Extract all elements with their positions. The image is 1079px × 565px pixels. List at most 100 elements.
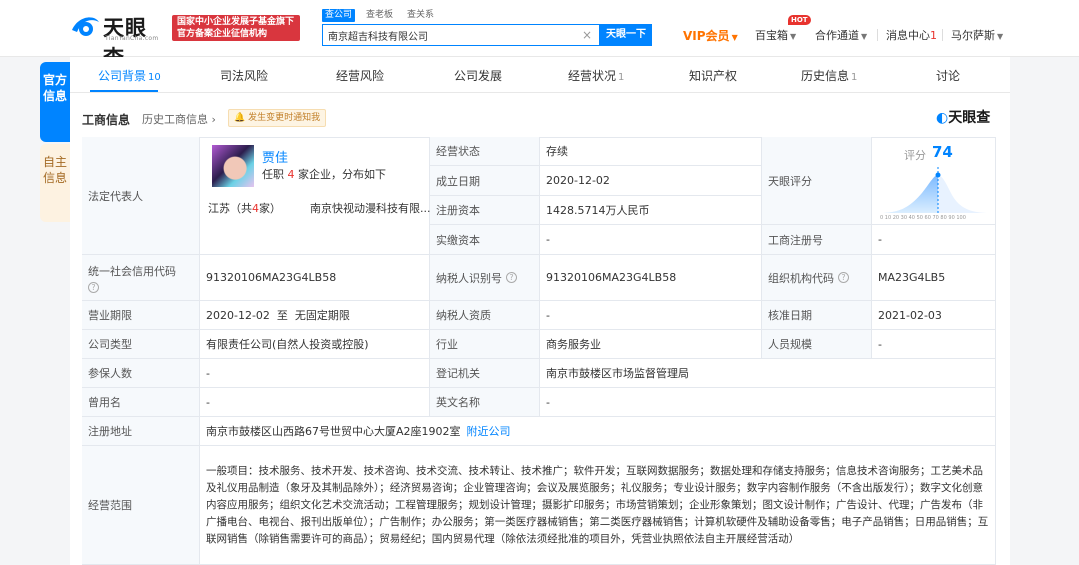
- clear-icon[interactable]: ×: [582, 28, 592, 42]
- top-header: 天眼查 TianYanCha.com 国家中小企业发展子基金旗下 官方备案企业征…: [0, 0, 1079, 70]
- authority-label: 登记机关: [430, 359, 540, 388]
- tax-qual-label: 纳税人资质: [430, 301, 540, 330]
- promo-badge[interactable]: 国家中小企业发展子基金旗下 官方备案企业征信机构: [172, 15, 300, 41]
- legal-rep-region[interactable]: 江苏（共4家）: [208, 200, 281, 216]
- logo[interactable]: 天眼查 TianYanCha.com: [70, 12, 165, 70]
- bell-icon: 🔔: [234, 113, 246, 123]
- user-menu[interactable]: 马尔萨斯 ▼: [951, 27, 1003, 43]
- address-cell: 南京市鼓楼区山西路67号世贸中心大厦A2座1902室 附近公司: [200, 417, 996, 446]
- vip-menu[interactable]: VIP会员 ▼: [683, 27, 738, 44]
- former-name-label: 曾用名: [82, 388, 200, 417]
- legal-rep-count: 4: [287, 168, 295, 181]
- score-value: 74: [932, 143, 953, 161]
- score-title: 评分: [904, 149, 926, 162]
- tab-judicial-risk[interactable]: 司法风险: [220, 67, 268, 84]
- avatar-face: [212, 145, 254, 187]
- tab-intellectual-property[interactable]: 知识产权: [689, 67, 737, 84]
- help-icon[interactable]: ?: [88, 281, 99, 293]
- nav-divider: [877, 29, 878, 41]
- side-tab-official[interactable]: 官方信息: [40, 62, 70, 142]
- cooperation-label: 合作通道: [815, 29, 859, 42]
- found-date-value: 2020-12-02: [540, 166, 762, 196]
- english-name-label: 英文名称: [430, 388, 540, 417]
- reg-no-value: -: [872, 225, 996, 255]
- company-type-value: 有限责任公司(自然人投资或控股): [200, 330, 430, 359]
- score-chart[interactable]: 评分 74 0 10 20 30 40 50 60 70 80 90 100: [872, 137, 996, 225]
- tab-label: 历史信息: [801, 69, 850, 83]
- approve-date-label: 核准日期: [762, 301, 872, 330]
- notify-button[interactable]: 🔔 发生变更时通知我: [228, 109, 327, 127]
- insured-label: 参保人数: [82, 359, 200, 388]
- reg-no-label: 工商注册号: [762, 225, 872, 255]
- credit-code-value: 91320106MA23G4LB58: [200, 255, 430, 301]
- tab-history-info[interactable]: 历史信息 1: [801, 67, 857, 84]
- avatar[interactable]: [212, 145, 254, 187]
- tax-qual-value: -: [540, 301, 762, 330]
- side-tab-self[interactable]: 自主信息: [40, 144, 70, 222]
- staff-size-value: -: [872, 330, 996, 359]
- tab-operation-status[interactable]: 经营状况 1: [568, 67, 624, 84]
- active-tab-indicator: [90, 90, 158, 92]
- tab-company-background[interactable]: 公司背景 10: [98, 67, 161, 84]
- search-tab-relation[interactable]: 查关系: [404, 9, 437, 22]
- insured-value: -: [200, 359, 430, 388]
- message-label: 消息中心: [886, 29, 930, 42]
- logo-subtext: TianYanCha.com: [105, 35, 159, 42]
- reg-capital-label: 注册资本: [430, 196, 540, 225]
- chevron-right-icon: ›: [211, 113, 216, 126]
- search-tab-company[interactable]: 查公司: [322, 9, 356, 22]
- tax-id-label: 纳税人识别号: [436, 271, 502, 285]
- chevron-down-icon: ▼: [861, 32, 868, 41]
- org-code-value: MA23G4LB5: [872, 255, 996, 301]
- status-value: 存续: [540, 137, 762, 166]
- tax-id-label-cell: 纳税人识别号?: [430, 255, 540, 301]
- message-count: 1: [930, 29, 937, 42]
- svg-text:0 10 20 30 40 50 60 70 80 90 1: 0 10 20 30 40 50 60 70 80 90 100: [880, 215, 966, 219]
- help-icon[interactable]: ?: [506, 272, 517, 283]
- tax-id-value: 91320106MA23G4LB58: [540, 255, 762, 301]
- promo-line-2: 官方备案企业征信机构: [177, 29, 268, 39]
- brand-watermark: ◐天眼查: [936, 107, 990, 127]
- chevron-down-icon: ▼: [997, 32, 1004, 41]
- help-icon[interactable]: ?: [838, 272, 849, 283]
- search-button[interactable]: 天眼一下: [600, 24, 652, 46]
- scope-label: 经营范围: [82, 446, 200, 565]
- baibao-menu[interactable]: 百宝箱 ▼: [755, 27, 796, 43]
- category-tabs: 公司背景 10 司法风险 经营风险 公司发展 经营状况 1 知识产权 历史信息 1 讨…: [70, 57, 1010, 93]
- legal-rep-label: 法定代表人: [82, 137, 200, 255]
- vip-label: VIP会员: [683, 29, 730, 43]
- history-link[interactable]: 历史工商信息 ›: [142, 111, 216, 127]
- nearby-companies-link[interactable]: 附近公司: [467, 423, 511, 439]
- main-panel: 公司背景 10 司法风险 经营风险 公司发展 经营状况 1 知识产权 历史信息 1 讨…: [70, 57, 1010, 565]
- term-label: 营业期限: [82, 301, 200, 330]
- score-label: 天眼评分: [762, 137, 872, 225]
- logo-eye-icon: [72, 17, 99, 36]
- message-center[interactable]: 消息中心1: [886, 27, 937, 43]
- tab-label: 司法风险: [220, 69, 269, 83]
- tab-business-risk[interactable]: 经营风险: [336, 67, 384, 84]
- reg-capital-value: 1428.5714万人民币: [540, 196, 762, 225]
- credit-code-label-cell: 统一社会信用代码?: [82, 255, 200, 301]
- search-tab-boss[interactable]: 查老板: [363, 9, 396, 22]
- chevron-down-icon: ▼: [731, 33, 738, 42]
- score-distribution-curve: 0 10 20 30 40 50 60 70 80 90 100: [880, 167, 990, 219]
- legal-rep-firms[interactable]: 南京快视动漫科技有限...等: [310, 200, 442, 216]
- baibao-label: 百宝箱: [755, 29, 788, 42]
- tab-label: 公司背景: [98, 69, 147, 83]
- business-info-table: 法定代表人 贾佳 任职 4 家企业，分布如下 江苏（共4家） 南京快视动漫科技有…: [82, 137, 996, 565]
- paid-capital-label: 实缴资本: [430, 225, 540, 255]
- notify-label: 发生变更时通知我: [248, 113, 321, 123]
- authority-value: 南京市鼓楼区市场监督管理局: [540, 359, 996, 388]
- industry-value: 商务服务业: [540, 330, 762, 359]
- address-value: 南京市鼓楼区山西路67号世贸中心大厦A2座1902室: [206, 425, 461, 438]
- credit-code-label: 统一社会信用代码: [88, 264, 176, 278]
- region-count: 4: [252, 202, 259, 215]
- legal-rep-cell: 贾佳 任职 4 家企业，分布如下 江苏（共4家） 南京快视动漫科技有限...等: [200, 137, 442, 255]
- tab-label: 公司发展: [454, 69, 503, 83]
- cooperation-menu[interactable]: 合作通道 ▼: [815, 27, 867, 43]
- search-input[interactable]: [322, 24, 600, 46]
- status-label: 经营状态: [430, 137, 540, 166]
- tab-company-development[interactable]: 公司发展: [454, 67, 502, 84]
- tab-discussion[interactable]: 讨论: [936, 67, 960, 84]
- legal-rep-name[interactable]: 贾佳: [262, 147, 288, 166]
